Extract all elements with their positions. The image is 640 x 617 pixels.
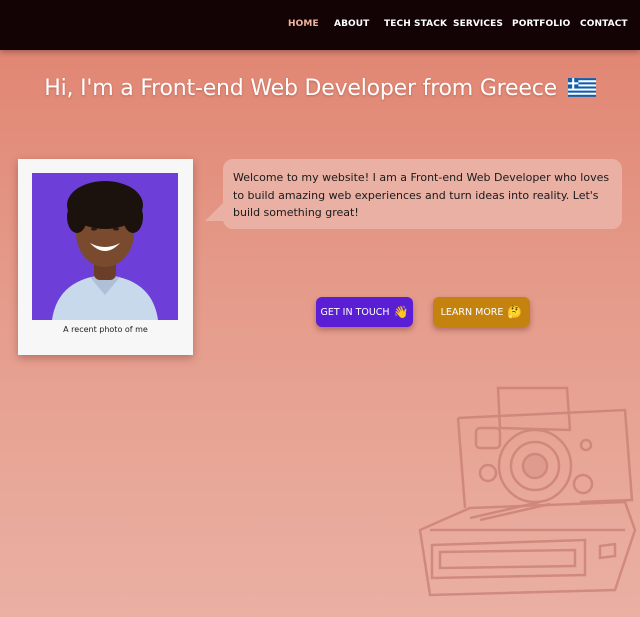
navbar: HOME ABOUT TECH STACK SERVICES PORTFOLIO… [0,0,640,50]
learn-more-button[interactable]: LEARN MORE 🤔 [433,297,530,327]
polaroid-frame: A recent photo of me [18,159,193,355]
nav-about[interactable]: ABOUT [334,19,369,29]
intro-speech-bubble: Welcome to my website! I am a Front-end … [223,159,622,229]
waving-hand-icon: 👋 [393,305,409,319]
greek-flag-icon [567,78,596,103]
intro-text: Welcome to my website! I am a Front-end … [233,171,610,219]
speech-bubble-tail [205,201,225,221]
hero-title-text: Hi, I'm a Front-end Web Developer from G… [44,76,557,101]
thinking-face-icon: 🤔 [507,305,523,319]
polaroid-camera-illustration [410,380,640,604]
nav-contact[interactable]: CONTACT [580,19,628,29]
photo-caption: A recent photo of me [63,325,148,334]
learn-more-label: LEARN MORE [440,306,504,318]
nav-home[interactable]: HOME [288,19,319,29]
get-in-touch-button[interactable]: GET IN TOUCH 👋 [316,297,413,327]
nav-services[interactable]: SERVICES [453,19,503,29]
get-in-touch-label: GET IN TOUCH [320,306,390,318]
hero-title: Hi, I'm a Front-end Web Developer from G… [0,76,640,103]
nav-portfolio[interactable]: PORTFOLIO [512,19,570,29]
profile-photo [32,173,178,320]
nav-tech-stack[interactable]: TECH STACK [384,19,447,29]
